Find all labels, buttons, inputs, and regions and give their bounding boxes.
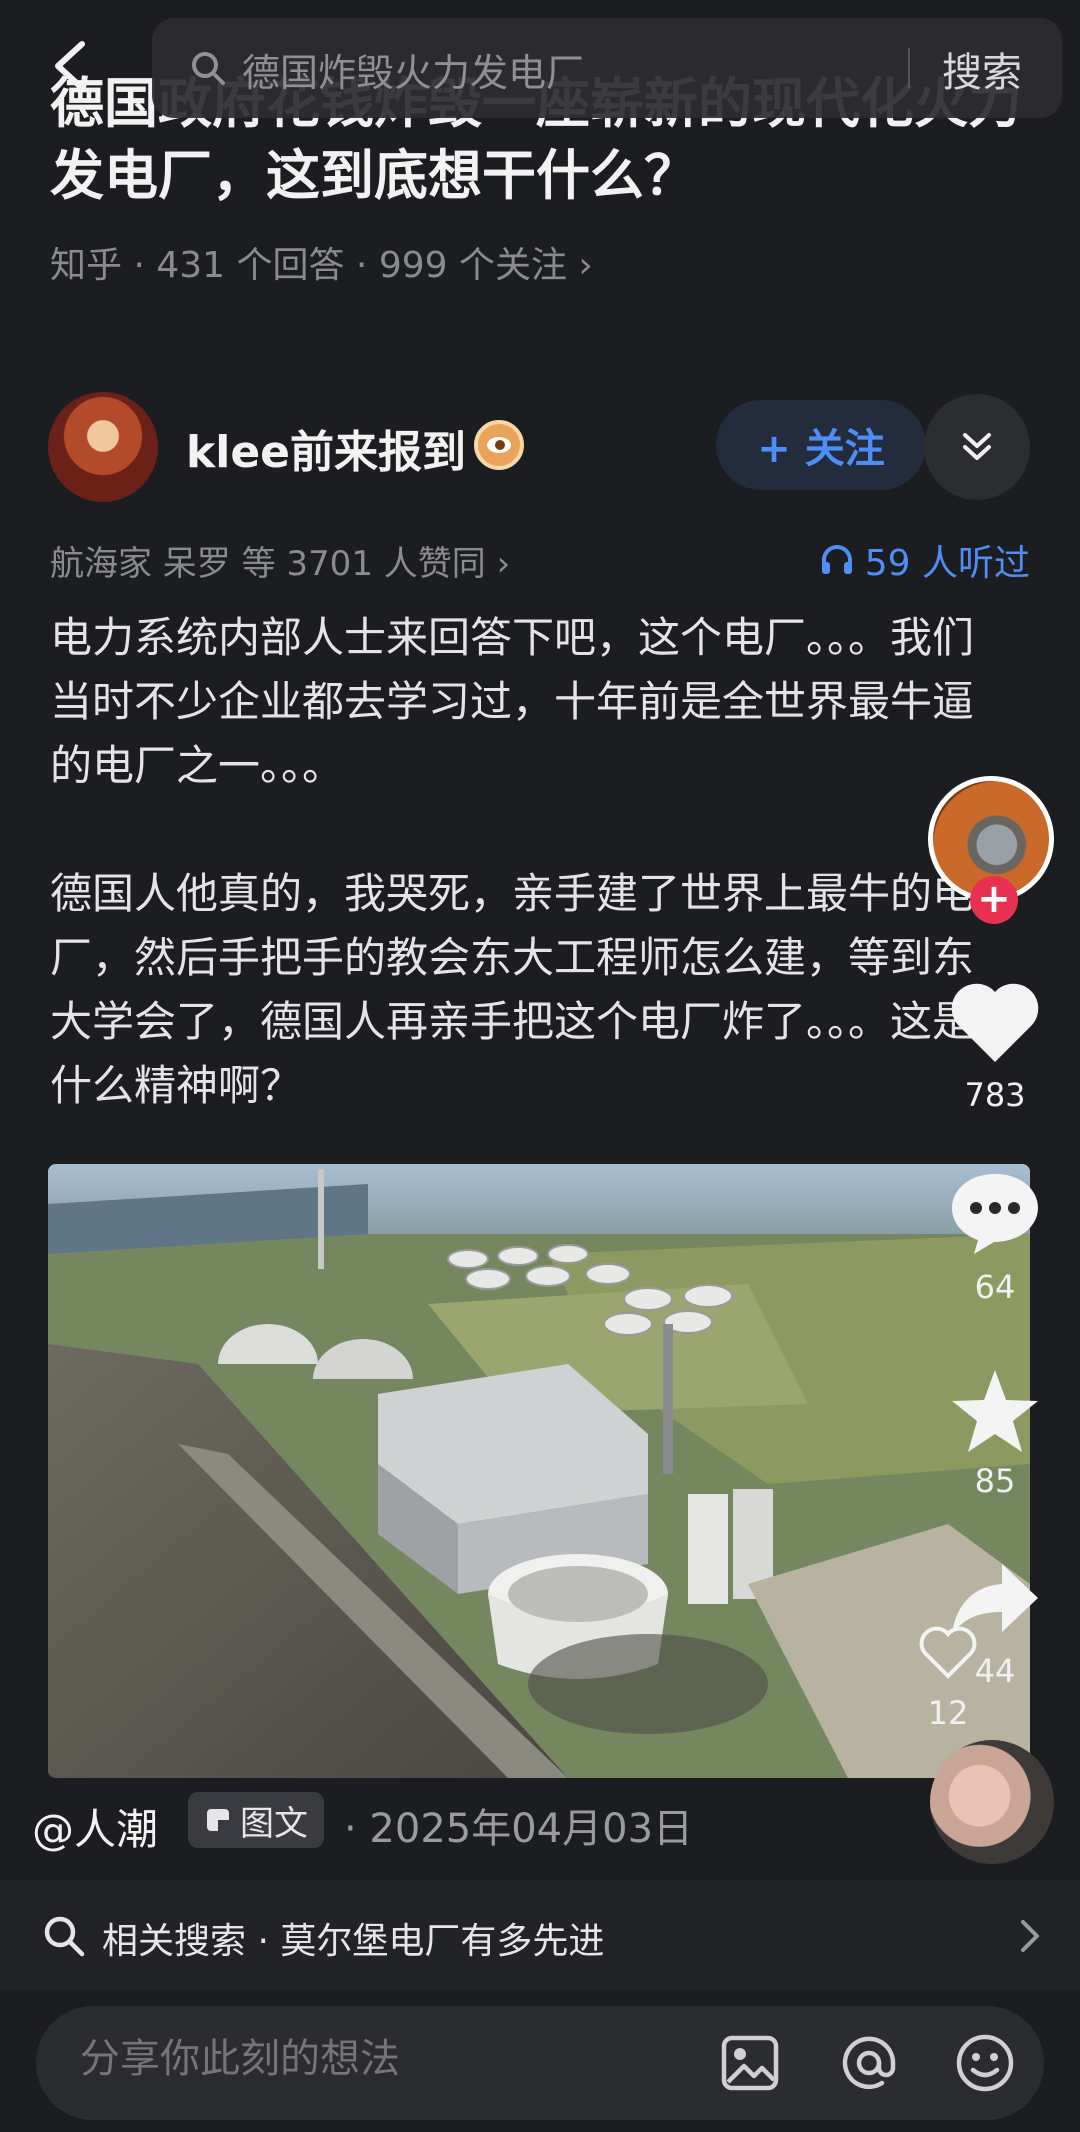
like-heart-icon[interactable] bbox=[948, 980, 1042, 1066]
search-icon bbox=[192, 52, 225, 85]
search-divider bbox=[908, 48, 910, 88]
listen-count-text: 59 人听过 bbox=[864, 543, 1030, 584]
floating-avatar[interactable] bbox=[930, 1740, 1054, 1864]
search-button[interactable]: 搜索 bbox=[942, 40, 1022, 98]
related-search-text[interactable]: 相关搜索 · 莫尔堡电厂有多先进 bbox=[102, 1912, 604, 1964]
comment-count: 64 bbox=[974, 1268, 1016, 1306]
author-badge-icon bbox=[474, 420, 524, 470]
answer-body: 电力系统内部人士来回答下吧，这个电厂。。。我们当时不少企业都去学习过，十年前是全… bbox=[50, 606, 1010, 1182]
post-author-tag[interactable]: @人潮 bbox=[32, 1796, 158, 1857]
listen-count[interactable]: 59 人听过 bbox=[819, 534, 1030, 586]
question-meta[interactable]: 知乎 · 431 个回答 · 999 个关注 › bbox=[50, 236, 593, 288]
answer-paragraph: 电力系统内部人士来回答下吧，这个电厂。。。我们当时不少企业都去学习过，十年前是全… bbox=[50, 613, 975, 790]
post-type-label: 图文 bbox=[240, 1803, 308, 1844]
upvote-summary[interactable]: 航海家 呆罗 等 3701 人赞同 › bbox=[50, 536, 510, 585]
answer-paragraph: 德国人他真的，我哭死，亲手建了世界上最牛的电厂，然后手把手的教会东大工程师怎么建… bbox=[50, 869, 975, 1110]
post-image[interactable] bbox=[48, 1164, 1030, 1778]
comment-input[interactable] bbox=[80, 2036, 680, 2082]
double-chevron-down-icon bbox=[963, 433, 991, 460]
chevron-right-icon[interactable] bbox=[1018, 1918, 1042, 1954]
power-plant-photo bbox=[48, 1164, 1030, 1778]
post-date: · 2025年04月03日 bbox=[344, 1806, 694, 1852]
mention-at-icon[interactable] bbox=[838, 2032, 900, 2094]
like-count: 783 bbox=[964, 1076, 1026, 1114]
image-icon[interactable] bbox=[720, 2034, 780, 2092]
post-type-chip: 图文 bbox=[188, 1792, 324, 1848]
expand-button[interactable] bbox=[924, 394, 1030, 500]
favorite-count: 85 bbox=[974, 1462, 1016, 1500]
small-like-count: 12 bbox=[927, 1694, 969, 1732]
emoji-icon[interactable] bbox=[954, 2032, 1016, 2094]
favorite-star-icon[interactable] bbox=[948, 1366, 1042, 1456]
search-icon bbox=[44, 1916, 85, 1957]
author-name[interactable]: klee前来报到 bbox=[186, 416, 466, 480]
follow-button[interactable]: + 关注 bbox=[716, 400, 926, 490]
image-text-icon bbox=[207, 1809, 229, 1831]
search-query-text[interactable]: 德国炸毁火力发电厂 bbox=[242, 42, 584, 97]
author-avatar[interactable] bbox=[48, 392, 158, 502]
back-arrow-icon[interactable] bbox=[50, 38, 90, 94]
comment-icon[interactable] bbox=[948, 1168, 1042, 1258]
headphones-icon bbox=[821, 545, 852, 574]
rail-follow-add-button[interactable]: + bbox=[970, 876, 1018, 924]
small-heart-icon[interactable] bbox=[918, 1626, 978, 1680]
